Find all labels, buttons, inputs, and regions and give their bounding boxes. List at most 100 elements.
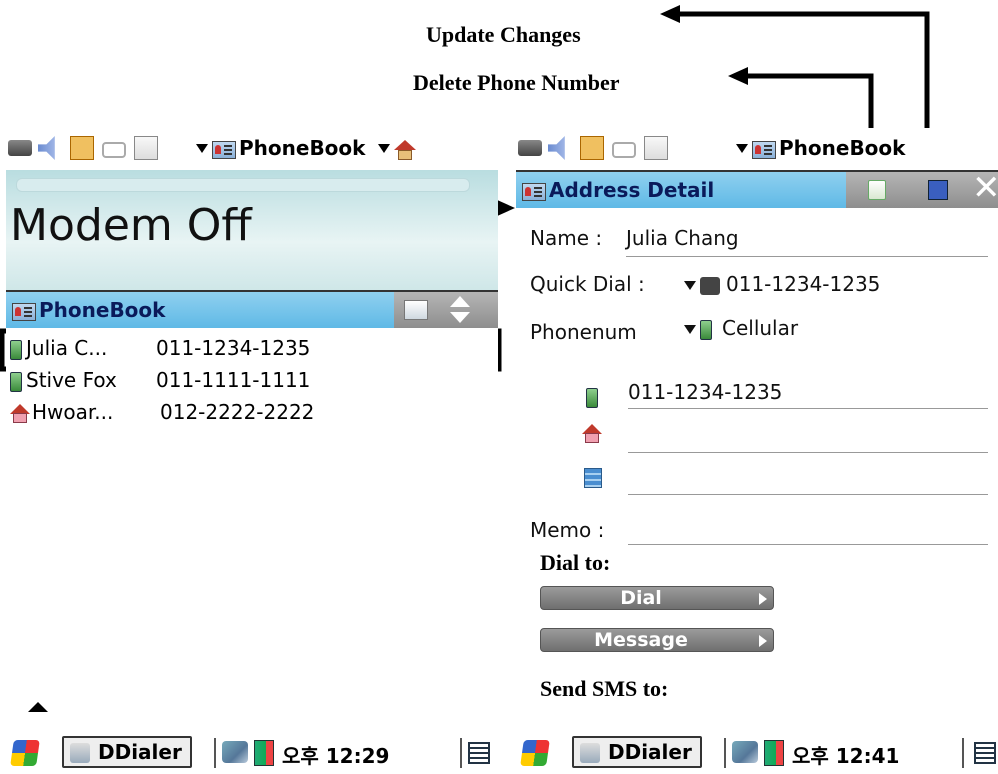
start-icon[interactable]: [10, 740, 40, 766]
notification-icon[interactable]: [70, 136, 94, 160]
scroll-down-icon[interactable]: [450, 312, 470, 323]
taskbar-app-label: DDialer: [98, 740, 182, 764]
sip-toggle-icon[interactable]: [28, 702, 48, 712]
home-icon: [582, 424, 602, 444]
address-detail-title-bar: Address Detail ✕: [516, 170, 998, 208]
dial-button-label: Dial: [620, 587, 662, 609]
contact-name: Stive Fox: [26, 368, 117, 392]
taskbar-app-button[interactable]: DDialer: [62, 736, 192, 768]
dropdown-icon: [684, 281, 696, 290]
contact-row[interactable]: Stive Fox 011-1111-1111: [10, 368, 310, 400]
dropdown-icon: [736, 144, 748, 153]
contact-card-icon: [212, 140, 236, 159]
list-actions: [394, 292, 498, 328]
volume-icon[interactable]: [548, 136, 565, 160]
quick-dial-selector[interactable]: 011-1234-1235: [684, 272, 880, 296]
contact-name: Julia C...: [26, 336, 108, 360]
battery-icon[interactable]: [518, 140, 542, 156]
dropdown-icon: [684, 325, 696, 334]
scroll-up-icon[interactable]: [450, 296, 470, 307]
keyboard-icon[interactable]: [974, 742, 996, 764]
lock-icon[interactable]: [102, 142, 126, 158]
home-number-underline: [628, 452, 988, 453]
phonebook-title-text: PhoneBook: [39, 298, 166, 322]
dialer-icon: [580, 743, 600, 763]
battery-icon[interactable]: [8, 140, 32, 156]
memo-field[interactable]: [628, 544, 988, 545]
address-detail-title: Address Detail: [522, 178, 714, 202]
name-underline: [626, 256, 988, 257]
contact-number: 011-1234-1235: [156, 336, 311, 360]
phonebook-title-bar: PhoneBook: [6, 290, 498, 328]
speed-dial-icon: [700, 276, 720, 295]
detail-actions: ✕: [846, 170, 998, 208]
cellular-phone-icon: [700, 319, 712, 340]
close-icon[interactable]: ✕: [972, 170, 998, 206]
cellular-phone-icon: [10, 371, 22, 392]
dial-button[interactable]: Dial: [540, 586, 774, 610]
lock-icon[interactable]: [612, 142, 636, 158]
phonebook-screen: PhoneBook Modem Off PhoneBook Julia C...…: [6, 128, 498, 774]
contact-number: 012-2222-2222: [160, 400, 315, 424]
taskbar-app-button[interactable]: DDialer: [572, 736, 702, 768]
name-field[interactable]: Julia Chang: [626, 226, 739, 250]
update-changes-arrowhead: [660, 5, 680, 23]
address-detail-title-text: Address Detail: [549, 178, 715, 202]
delete-phone-arrowhead: [728, 67, 748, 85]
taskbar-divider: [724, 738, 726, 768]
phone-type-selector[interactable]: Cellular: [684, 316, 798, 340]
app-name: PhoneBook: [239, 136, 366, 160]
signal-icon[interactable]: [254, 740, 274, 766]
cellular-phone-icon: [586, 388, 598, 408]
modem-status: Modem Off: [10, 200, 252, 251]
tasks-icon[interactable]: [644, 136, 668, 160]
taskbar-app-label: DDialer: [608, 740, 692, 764]
open-detail-arrowhead: [495, 199, 515, 217]
contact-card-icon: [522, 182, 546, 201]
dropdown-icon: [196, 144, 208, 153]
dialer-icon: [70, 743, 90, 763]
keyboard-icon[interactable]: [468, 742, 490, 764]
contact-row[interactable]: Hwoar... 012-2222-2222: [10, 400, 314, 432]
clock[interactable]: 오후 12:41: [792, 740, 899, 769]
contact-card-icon: [752, 140, 776, 159]
status-bar: PhoneBook: [6, 128, 498, 170]
app-switcher[interactable]: PhoneBook: [736, 136, 905, 160]
cellular-phone-icon: [10, 339, 22, 360]
mobile-number-field[interactable]: 011-1234-1235: [628, 380, 782, 404]
name-label: Name :: [530, 226, 603, 250]
address-detail-screen: PhoneBook Address Detail ✕ Name : Julia …: [516, 128, 998, 774]
phone-type-value: Cellular: [722, 316, 799, 340]
start-icon[interactable]: [520, 740, 550, 766]
clock[interactable]: 오후 12:29: [282, 740, 389, 769]
modem-panel: Modem Off: [6, 170, 498, 290]
tasks-icon[interactable]: [134, 136, 158, 160]
phonebook-title: PhoneBook: [12, 298, 165, 322]
save-icon[interactable]: [928, 180, 948, 200]
play-icon: [759, 593, 767, 605]
office-number-underline: [628, 494, 988, 495]
taskbar: DDialer 오후 12:41: [516, 732, 998, 774]
home-card-icon[interactable]: [404, 300, 428, 320]
notification-icon[interactable]: [580, 136, 604, 160]
home-icon: [10, 403, 30, 424]
message-button[interactable]: Message: [540, 628, 774, 652]
dial-to-label: Dial to:: [540, 550, 611, 575]
memo-label: Memo :: [530, 518, 605, 542]
delete-icon[interactable]: [868, 180, 886, 200]
taskbar-divider: [460, 738, 462, 768]
contact-row[interactable]: Julia C... 011-1234-1235: [10, 336, 310, 368]
network-icon[interactable]: [732, 741, 758, 763]
contact-name: Hwoar...: [32, 400, 114, 424]
home-icon: [394, 139, 417, 160]
contact-card-icon: [12, 302, 36, 321]
volume-icon[interactable]: [38, 136, 55, 160]
app-switcher[interactable]: PhoneBook: [196, 136, 417, 160]
quick-dial-value: 011-1234-1235: [726, 272, 881, 296]
taskbar: DDialer 오후 12:29: [6, 732, 498, 774]
modem-indicator: [16, 178, 470, 192]
message-button-label: Message: [594, 629, 688, 651]
app-name: PhoneBook: [779, 136, 906, 160]
signal-icon[interactable]: [764, 740, 784, 766]
network-icon[interactable]: [222, 741, 248, 763]
